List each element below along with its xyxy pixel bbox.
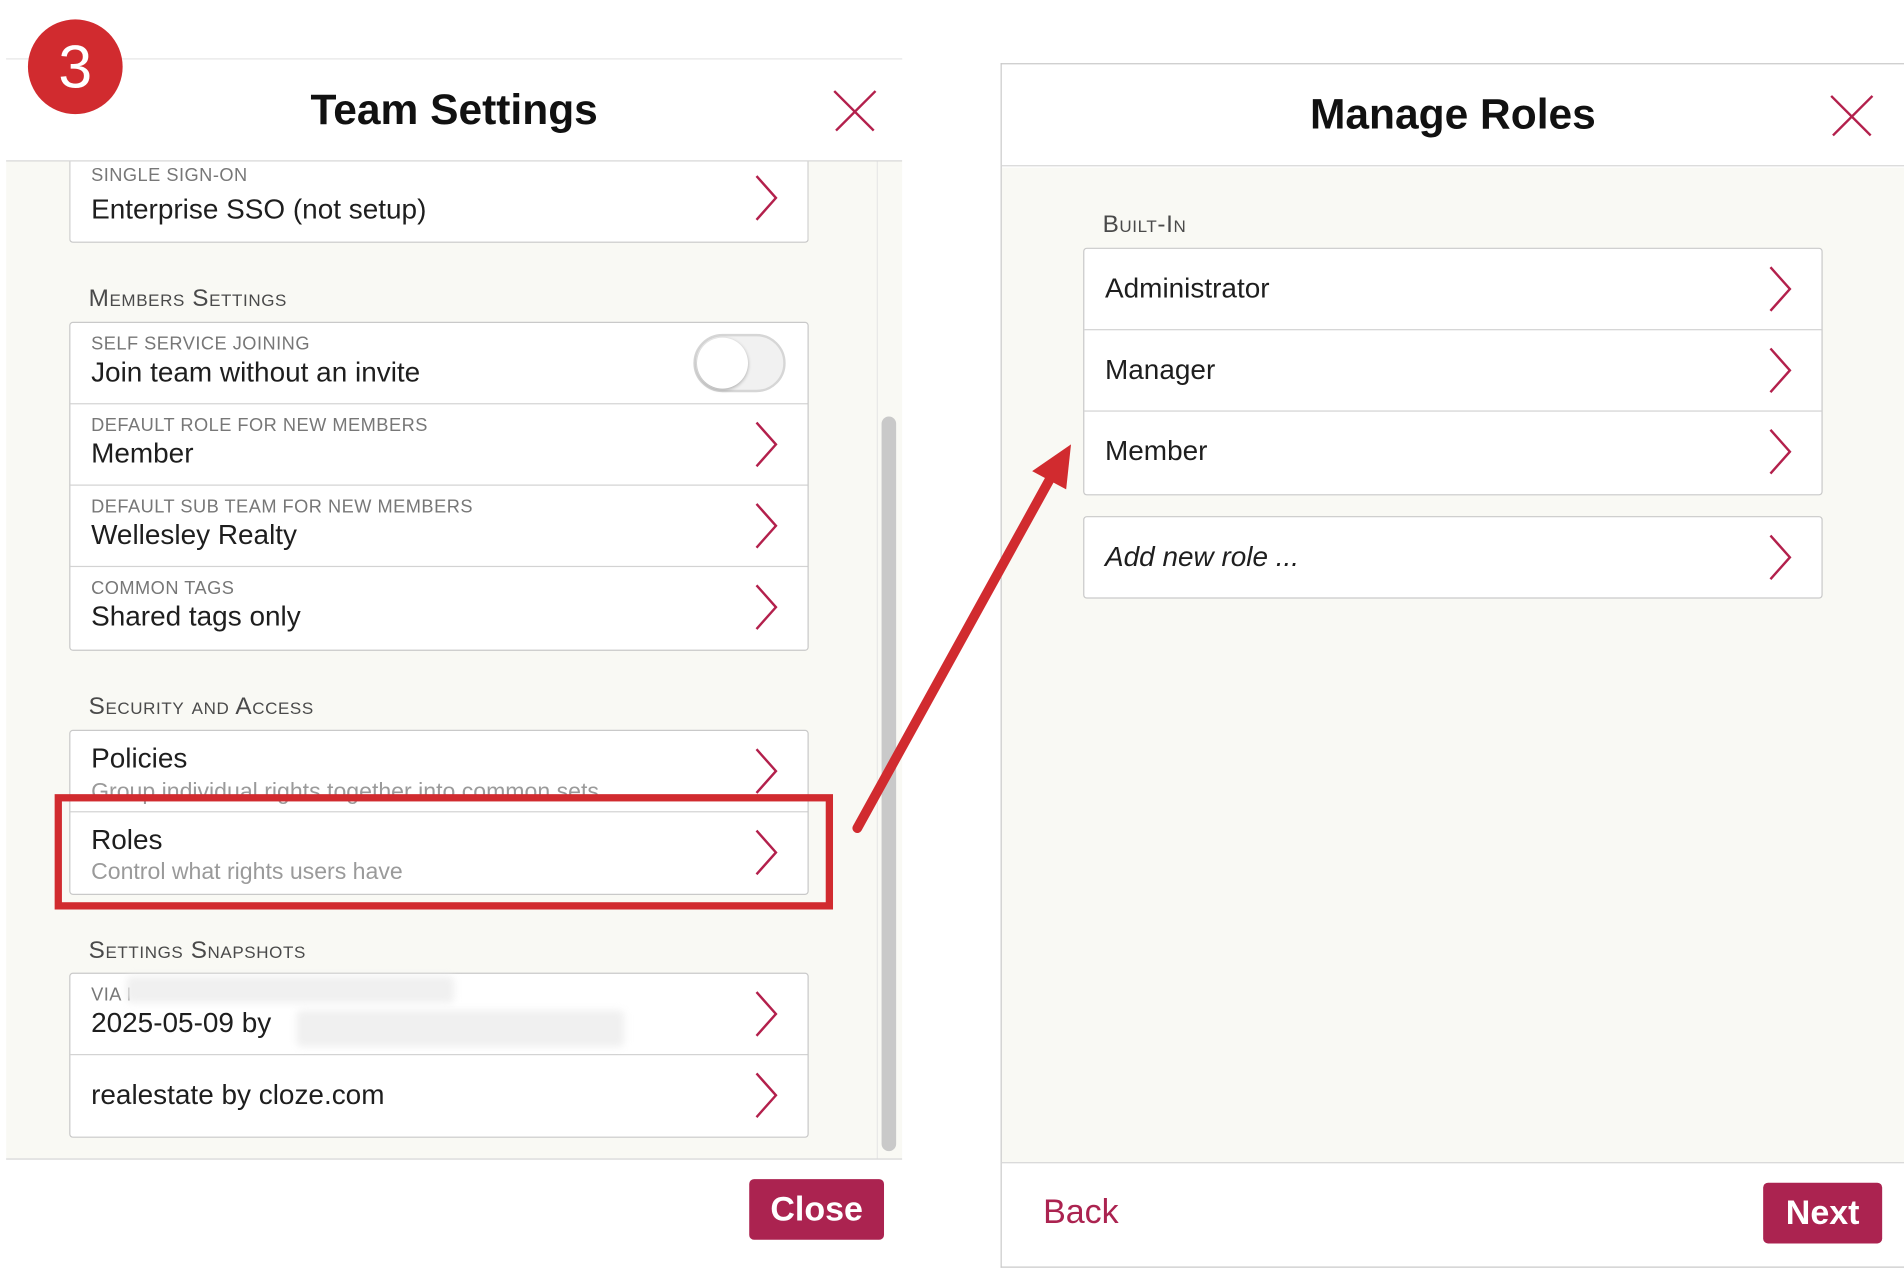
self-service-joining-toggle[interactable] — [693, 333, 786, 393]
screenshot-stage: 3 Team Settings SINGLE SIGN-ON Enterpris… — [0, 0, 1904, 1268]
default-role-row[interactable]: DEFAULT ROLE FOR NEW MEMBERS Member — [70, 404, 808, 486]
snapshots-section-title: Settings Snapshots — [88, 937, 306, 965]
default-sub-team-value: Wellesley Realty — [91, 518, 298, 551]
roles-description: Control what rights users have — [91, 859, 403, 886]
realestate-row[interactable]: realestate by cloze.com — [70, 1055, 807, 1136]
chevron-right-icon — [754, 584, 778, 630]
members-settings-section-title: Members Settings — [88, 285, 288, 313]
step-number-badge: 3 — [27, 19, 123, 115]
scrollbar[interactable] — [881, 416, 897, 1152]
sso-row[interactable]: SINGLE SIGN-ON Enterprise SSO (not setup… — [70, 162, 807, 241]
chevron-right-icon — [754, 991, 778, 1037]
manage-roles-body: Built-In Administrator Manager Member Ad… — [1001, 167, 1904, 1166]
chevron-right-icon — [754, 1072, 778, 1118]
self-service-joining-value: Join team without an invite — [91, 355, 421, 388]
snapshot-row[interactable]: VIA I 2025-05-09 by — [70, 974, 808, 1056]
chevron-right-icon — [754, 829, 778, 876]
add-role-group: Add new role ... — [1083, 516, 1823, 599]
built-in-roles-group: Administrator Manager Member — [1083, 247, 1823, 496]
role-name: Manager — [1105, 353, 1216, 385]
team-settings-dialog: Team Settings SINGLE SIGN-ON Enterprise … — [6, 58, 903, 1263]
chevron-right-icon — [1768, 347, 1792, 394]
default-role-value: Member — [91, 437, 194, 469]
realestate-value: realestate by cloze.com — [91, 1078, 385, 1110]
policies-row[interactable]: Policies Group individual rights togethe… — [70, 731, 808, 813]
role-row-administrator[interactable]: Administrator — [1084, 249, 1822, 331]
close-icon[interactable] — [1831, 96, 1872, 137]
back-button[interactable]: Back — [1043, 1192, 1119, 1231]
close-button[interactable]: Close — [749, 1179, 885, 1240]
chevron-right-icon — [754, 175, 778, 221]
redacted-block — [296, 1010, 625, 1047]
built-in-section-title: Built-In — [1102, 211, 1187, 239]
chevron-right-icon — [754, 503, 778, 549]
default-sub-team-row[interactable]: DEFAULT SUB TEAM FOR NEW MEMBERS Wellesl… — [70, 486, 808, 568]
default-sub-team-label: DEFAULT SUB TEAM FOR NEW MEMBERS — [91, 496, 473, 518]
role-row-manager[interactable]: Manager — [1084, 330, 1822, 412]
add-new-role-label: Add new role ... — [1105, 540, 1300, 572]
scroll-track — [876, 161, 878, 1160]
common-tags-row[interactable]: COMMON TAGS Shared tags only — [70, 567, 807, 648]
members-settings-group: SELF SERVICE JOINING Join team without a… — [69, 321, 809, 651]
add-new-role-row[interactable]: Add new role ... — [1084, 517, 1821, 598]
snapshots-group: VIA I 2025-05-09 by realestate by cloze.… — [69, 972, 809, 1138]
self-service-joining-row: SELF SERVICE JOINING Join team without a… — [70, 323, 808, 405]
snapshot-date: 2025-05-09 by — [91, 1006, 272, 1039]
common-tags-value: Shared tags only — [91, 599, 301, 632]
security-section-title: Security and Access — [88, 693, 314, 721]
close-icon[interactable] — [834, 91, 875, 132]
manage-roles-title: Manage Roles — [1310, 90, 1596, 138]
manage-roles-dialog: Manage Roles Built-In Administrator Mana… — [1000, 63, 1904, 1268]
self-service-joining-label: SELF SERVICE JOINING — [91, 333, 310, 355]
next-button[interactable]: Next — [1763, 1182, 1883, 1244]
chevron-right-icon — [1768, 266, 1792, 312]
manage-roles-header: Manage Roles — [1001, 64, 1904, 167]
chevron-right-icon — [1768, 429, 1792, 475]
security-group: Policies Group individual rights togethe… — [69, 729, 809, 895]
default-role-label: DEFAULT ROLE FOR NEW MEMBERS — [91, 415, 428, 436]
chevron-right-icon — [754, 748, 778, 794]
common-tags-label: COMMON TAGS — [91, 578, 235, 599]
chevron-right-icon — [1768, 534, 1792, 581]
roles-row[interactable]: Roles Control what rights users have — [70, 812, 807, 893]
redacted-block — [126, 976, 455, 1004]
team-settings-footer: Close — [6, 1158, 903, 1263]
chevron-right-icon — [754, 421, 778, 468]
toggle-knob — [697, 337, 749, 389]
sso-group: SINGLE SIGN-ON Enterprise SSO (not setup… — [69, 161, 809, 243]
policies-title: Policies — [91, 741, 188, 774]
roles-title: Roles — [91, 823, 163, 855]
manage-roles-footer: Back Next — [1001, 1162, 1904, 1267]
sso-row-label: SINGLE SIGN-ON — [91, 165, 248, 186]
team-settings-header: Team Settings — [6, 59, 903, 162]
role-row-member[interactable]: Member — [1084, 412, 1821, 493]
team-settings-body: SINGLE SIGN-ON Enterprise SSO (not setup… — [6, 161, 903, 1160]
policies-description: Group individual rights together into co… — [91, 779, 599, 806]
team-settings-title: Team Settings — [310, 85, 598, 133]
sso-row-value: Enterprise SSO (not setup) — [91, 193, 427, 225]
role-name: Member — [1105, 434, 1208, 467]
role-name: Administrator — [1105, 272, 1270, 304]
